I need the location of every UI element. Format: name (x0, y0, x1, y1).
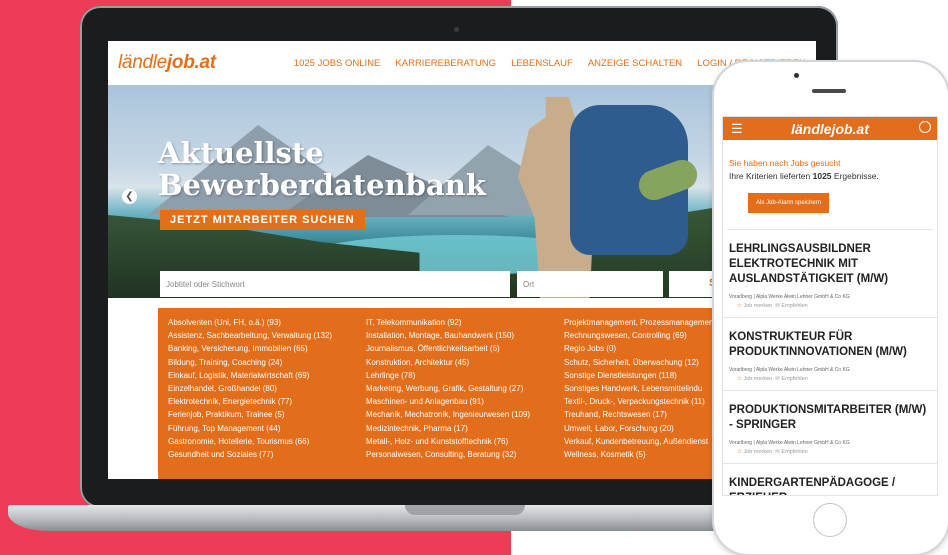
category-link[interactable]: Personalwesen, Consulting, Beratung (32) (366, 448, 565, 461)
hamburger-menu-icon[interactable]: ☰ (731, 122, 743, 135)
category-link[interactable]: Metall-, Holz- und Kunststofftechnik (76… (366, 435, 565, 448)
category-link[interactable]: Journalismus, Öffentlichkeitsarbeit (6) (366, 342, 565, 355)
logo-main: ländle (118, 52, 167, 73)
phone-screen: ☰ ländlejob.at Sie haben nach Jobs gesuc… (722, 116, 938, 496)
star-icon[interactable]: ☆ (737, 303, 742, 309)
phone-speaker (812, 89, 846, 93)
category-link[interactable]: Einzelhandel, Großhandel (80) (168, 382, 367, 395)
find-employees-button[interactable]: JETZT MITARBEITER SUCHEN (160, 210, 365, 230)
hero-title: Aktuellste Bewerberdatenbank (158, 137, 486, 201)
category-link[interactable]: Maschinen- und Anlagenbau (91) (366, 395, 565, 408)
category-link[interactable]: Konstruktion, Architektur (45) (366, 356, 565, 369)
job-actions: ☆ Job merken ✉ Empfehlen (729, 449, 931, 455)
site-logo[interactable]: ländlejob.at (118, 52, 216, 74)
job-listing[interactable]: KONSTRUKTEUR FÜR PRODUKTINNOVATIONEN (M/… (723, 318, 937, 391)
mobile-header: ☰ ländlejob.at (723, 117, 937, 140)
job-title[interactable]: LEHRLINGSAUSBILDNER ELEKTROTECHNIK MIT A… (729, 242, 931, 287)
category-column: IT, Telekommunikation (92) Installation,… (366, 316, 565, 479)
hero-title-line1: Aktuellste (158, 136, 324, 170)
category-link[interactable]: Mechanik, Mechatronik, Ingenieurwesen (1… (366, 408, 565, 421)
job-company: Vorarlberg | Alpla Werke Alwin Lehner Gm… (729, 440, 850, 446)
job-listing[interactable]: LEHRLINGSAUSBILDNER ELEKTROTECHNIK MIT A… (723, 230, 937, 318)
save-job-link[interactable]: Job merken (743, 376, 772, 382)
mobile-logo[interactable]: ländlejob.at (791, 121, 869, 137)
recommend-link[interactable]: Empfehlen (781, 449, 807, 455)
hero-banner: ❮ Aktuellste Bewerberdatenbank JETZT MIT… (108, 85, 816, 298)
location-input[interactable]: Ort (517, 271, 663, 297)
mail-icon[interactable]: ✉ (775, 303, 780, 309)
job-title[interactable]: KONSTRUKTEUR FÜR PRODUKTINNOVATIONEN (M/… (729, 330, 931, 360)
phone-home-button[interactable] (813, 503, 847, 537)
laptop-camera (454, 27, 459, 32)
job-actions: ☆ Job merken ✉ Empfehlen (729, 303, 931, 309)
save-job-link[interactable]: Job merken (743, 449, 772, 455)
carousel-prev-icon[interactable]: ❮ (122, 189, 137, 204)
results-count: 1025 (812, 171, 832, 181)
category-link[interactable]: IT, Telekommunikation (92) (366, 316, 565, 329)
category-link[interactable]: Marketing, Werbung, Grafik, Gestaltung (… (366, 382, 565, 395)
results-prefix: Ihre Kriterien lieferten (729, 171, 813, 181)
nav-jobs-online[interactable]: 1025 JOBS ONLINE (294, 58, 381, 69)
phone-camera (794, 73, 799, 78)
category-link[interactable]: Führung, Top Management (44) (168, 422, 367, 435)
site-header: ländlejob.at 1025 JOBS ONLINE KARRIEREBE… (108, 41, 816, 85)
job-actions: ☆ Job merken ✉ Empfehlen (729, 376, 931, 382)
job-keyword-input[interactable]: Jobtitel oder Stichwort (160, 271, 510, 297)
save-job-alarm-button[interactable]: Als Job-Alarm speichern (748, 193, 830, 213)
star-icon[interactable]: ☆ (737, 376, 742, 382)
search-icon[interactable] (919, 121, 931, 133)
job-listing[interactable]: PRODUKTIONSMITARBEITER (M/W) - SPRINGER … (723, 391, 937, 464)
job-company: Vorarlberg | Alpla Werke Alwin Lehner Gm… (729, 367, 850, 373)
category-link[interactable]: Gesundheit und Soziales (77) (168, 448, 367, 461)
category-link[interactable]: Ferienjob, Praktikum, Trainee (5) (168, 408, 367, 421)
categories-section: Absolventen (Uni, FH, o.ä.) (93) Assiste… (108, 298, 816, 479)
hero-title-line2: Bewerberdatenbank (158, 168, 486, 202)
laptop-base-notch (405, 505, 525, 515)
category-link[interactable]: Einkauf, Logistik, Materialwirtschaft (6… (168, 369, 367, 382)
laptop-screen: ländlejob.at 1025 JOBS ONLINE KARRIEREBE… (108, 41, 816, 479)
category-link[interactable]: Assistenz, Sachbearbeitung, Verwaltung (… (168, 329, 367, 342)
category-link[interactable]: Elektrotechnik, Energietechnik (77) (168, 395, 367, 408)
job-title[interactable]: KINDERGARTENPÄDAGOGE / ERZIEHER (729, 476, 931, 495)
star-icon[interactable]: ☆ (737, 449, 742, 455)
category-column: Absolventen (Uni, FH, o.ä.) (93) Assiste… (168, 316, 367, 479)
mail-icon[interactable]: ✉ (775, 376, 780, 382)
category-link[interactable]: Bildung, Training, Coaching (24) (168, 356, 367, 369)
save-job-link[interactable]: Job merken (743, 303, 772, 309)
results-suffix: Ergebnisse. (831, 171, 879, 181)
logo-accent: job.at (166, 52, 216, 73)
job-company: Vorarlberg | Alpla Werke Alwin Lehner Gm… (729, 294, 850, 300)
nav-karriereberatung[interactable]: KARRIEREBERATUNG (395, 58, 496, 69)
results-text: Ihre Kriterien lieferten 1025 Ergebnisse… (729, 171, 931, 181)
job-listing[interactable]: KINDERGARTENPÄDAGOGE / ERZIEHER (723, 464, 937, 495)
search-summary: Sie haben nach Jobs gesucht Ihre Kriteri… (723, 140, 937, 213)
recommend-link[interactable]: Empfehlen (781, 303, 807, 309)
nav-anzeige-schalten[interactable]: ANZEIGE SCHALTEN (588, 58, 682, 69)
searched-jobs-link[interactable]: Sie haben nach Jobs gesucht (729, 158, 931, 168)
category-link[interactable]: Banking, Versicherung, Immobilien (65) (168, 342, 367, 355)
category-link[interactable]: Absolventen (Uni, FH, o.ä.) (93) (168, 316, 367, 329)
category-link[interactable]: Lehrlinge (78) (366, 369, 565, 382)
category-link[interactable]: Gastronomie, Hotellerie, Tourismus (66) (168, 435, 367, 448)
category-link[interactable]: Installation, Montage, Bauhandwerk (150) (366, 329, 565, 342)
mail-icon[interactable]: ✉ (775, 449, 780, 455)
recommend-link[interactable]: Empfehlen (781, 376, 807, 382)
category-link[interactable]: Medizintechnik, Pharma (17) (366, 422, 565, 435)
nav-lebenslauf[interactable]: LEBENSLAUF (511, 58, 573, 69)
job-title[interactable]: PRODUKTIONSMITARBEITER (M/W) - SPRINGER (729, 403, 931, 433)
